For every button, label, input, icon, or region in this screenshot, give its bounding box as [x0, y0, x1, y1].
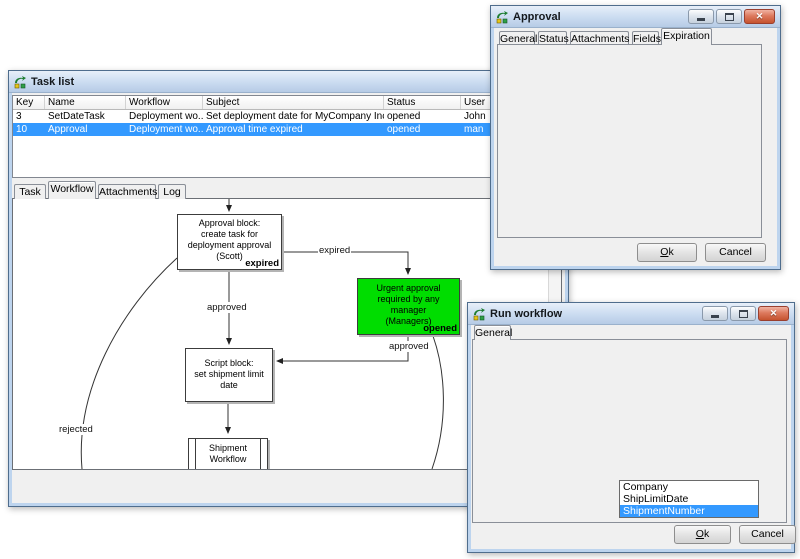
node-line: Script block:	[186, 358, 272, 369]
approval-client: General Status Attachments Fields Expira…	[494, 28, 777, 266]
node-line: required by any	[358, 294, 459, 305]
edge-rejected-curve-left	[81, 258, 177, 469]
cancel-button[interactable]: Cancel	[739, 525, 796, 544]
node-line: Shipment	[189, 443, 267, 454]
tab-task[interactable]: Task	[14, 184, 46, 199]
node-line: Urgent approval	[358, 283, 459, 294]
app-icon	[495, 10, 509, 24]
node-line: set shipment limit	[186, 369, 272, 380]
tab-log[interactable]: Log	[158, 184, 186, 199]
tab-fields[interactable]: Fields	[632, 31, 659, 44]
tab-expiration[interactable]: Expiration	[661, 28, 712, 45]
node-status-expired: expired	[245, 258, 279, 269]
node-approval-block[interactable]: Approval block: create task for deployme…	[177, 214, 282, 270]
run-workflow-titlebar[interactable]: Run workflow ✕	[468, 303, 794, 325]
cell-status: opened	[384, 123, 461, 136]
col-header-status[interactable]: Status	[384, 96, 461, 109]
maximize-button[interactable]	[716, 9, 742, 24]
task-table: Key Name Workflow Subject Status User 3 …	[12, 95, 565, 178]
task-list-titlebar[interactable]: Task list	[9, 71, 568, 93]
col-header-key[interactable]: Key	[13, 96, 45, 109]
cell-subject: Approval time expired	[203, 123, 384, 136]
minimize-button[interactable]	[688, 9, 714, 24]
col-header-workflow[interactable]: Workflow	[126, 96, 203, 109]
run-workflow-dialog: Run workflow ✕ General Workflow definiti…	[467, 302, 795, 553]
tab-attachments[interactable]: Attachments	[570, 31, 629, 44]
mapping-dropdown-list: Company ShipLimitDate ShipmentNumber	[619, 480, 759, 518]
subprocess-stripe	[260, 439, 261, 470]
table-row[interactable]: 3 SetDateTask Deployment wo... Set deplo…	[13, 110, 564, 123]
ok-button[interactable]: Ok	[637, 243, 697, 262]
dropdown-item-shiplimitdate[interactable]: ShipLimitDate	[620, 493, 758, 505]
close-icon: ✕	[756, 12, 764, 21]
cell-key: 10	[13, 123, 45, 136]
dropdown-item-shipmentnumber[interactable]: ShipmentNumber	[620, 505, 758, 517]
node-shipment-workflow[interactable]: Shipment Workflow	[188, 438, 268, 470]
col-header-name[interactable]: Name	[45, 96, 126, 109]
tab-status[interactable]: Status	[538, 31, 567, 44]
maximize-icon	[725, 13, 734, 21]
cell-name: SetDateTask	[45, 110, 126, 123]
edge-label-approved: approved	[388, 341, 430, 352]
window-title: Task list	[31, 76, 563, 88]
subprocess-stripe	[195, 439, 196, 470]
app-icon	[472, 307, 486, 321]
dialog-title: Approval	[513, 11, 688, 23]
col-header-subject[interactable]: Subject	[203, 96, 384, 109]
tab-workflow[interactable]: Workflow	[48, 181, 96, 199]
minimize-icon	[711, 315, 719, 318]
dialog-title: Run workflow	[490, 308, 702, 320]
minimize-button[interactable]	[702, 306, 728, 321]
maximize-button[interactable]	[730, 306, 756, 321]
node-script-block[interactable]: Script block: set shipment limit date	[185, 348, 273, 402]
expiration-tabpage	[497, 44, 762, 238]
cell-key: 3	[13, 110, 45, 123]
node-line: Workflow	[189, 454, 267, 465]
ok-button[interactable]: Ok	[674, 525, 731, 544]
node-urgent-approval[interactable]: Urgent approval required by any manager …	[357, 278, 460, 335]
cancel-button[interactable]: Cancel	[705, 243, 766, 262]
tab-attachments[interactable]: Attachments	[98, 184, 156, 199]
node-line: date	[186, 380, 272, 391]
node-status-opened: opened	[423, 323, 457, 334]
edge-curve-right	[432, 336, 443, 469]
edge-label-expired: expired	[318, 245, 351, 256]
tab-general[interactable]: General	[499, 31, 535, 44]
cell-status: opened	[384, 110, 461, 123]
task-table-header: Key Name Workflow Subject Status User	[13, 96, 564, 110]
app-icon	[13, 75, 27, 89]
dropdown-item-company[interactable]: Company	[620, 481, 758, 493]
run-workflow-client: General Workflow definition Shipment wor…	[471, 325, 791, 549]
table-row-selected[interactable]: 10 Approval Deployment wo... Approval ti…	[13, 123, 564, 136]
node-line: deployment approval	[178, 240, 281, 251]
node-line: manager	[358, 305, 459, 316]
minimize-icon	[697, 18, 705, 21]
cell-workflow: Deployment wo...	[126, 110, 203, 123]
edge-label-rejected: rejected	[58, 424, 94, 435]
approval-titlebar[interactable]: Approval ✕	[491, 6, 780, 28]
approval-dialog: Approval ✕ General Status Attachments Fi…	[490, 5, 781, 270]
close-icon: ✕	[770, 309, 778, 318]
cell-subject: Set deployment date for MyCompany Inc.	[203, 110, 384, 123]
tab-general[interactable]: General	[474, 325, 511, 340]
close-button[interactable]: ✕	[758, 306, 789, 321]
close-button[interactable]: ✕	[744, 9, 775, 24]
desktop-canvas: Task list Key Name Workflow Subject Stat…	[0, 0, 800, 559]
node-line: Approval block:	[178, 218, 281, 229]
edge-label-approved: approved	[206, 302, 248, 313]
node-line: create task for	[178, 229, 281, 240]
maximize-icon	[739, 310, 748, 318]
cell-name: Approval	[45, 123, 126, 136]
cell-workflow: Deployment wo...	[126, 123, 203, 136]
